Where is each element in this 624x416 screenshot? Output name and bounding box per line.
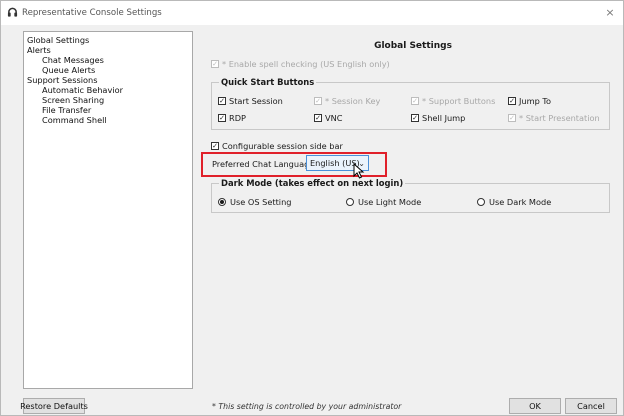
support-buttons-label: * Support Buttons (422, 96, 496, 106)
radio-dot (477, 198, 485, 206)
side-bar-label: Configurable session side bar (222, 141, 343, 151)
settings-window: Representative Console Settings × Global… (0, 0, 624, 416)
use-light-mode-label: Use Light Mode (358, 197, 422, 207)
checkbox-box: ✓ (314, 113, 322, 122)
checkbox-box: ✓ (218, 96, 226, 105)
shell-jump-label: Shell Jump (422, 113, 466, 123)
start-presentation-label: * Start Presentation (519, 113, 600, 123)
nav-item-automatic-behavior[interactable]: Automatic Behavior (42, 85, 123, 95)
start-presentation-checkbox[interactable]: ✓ * Start Presentation (508, 113, 600, 123)
spell-check-label: * Enable spell checking (US English only… (222, 59, 390, 69)
admin-note: * This setting is controlled by your adm… (212, 402, 402, 411)
start-session-checkbox[interactable]: ✓ Start Session (218, 96, 283, 106)
vnc-label: VNC (325, 113, 343, 123)
session-key-label: * Session Key (325, 96, 381, 106)
checkbox-box: ✓ (211, 141, 219, 150)
use-dark-mode-label: Use Dark Mode (489, 197, 552, 207)
settings-content: Global Settings ✓ * Enable spell checkin… (208, 31, 618, 389)
rdp-label: RDP (229, 113, 246, 123)
cancel-button[interactable]: Cancel (565, 398, 617, 414)
checkbox-box: ✓ (508, 96, 516, 105)
jump-to-checkbox[interactable]: ✓ Jump To (508, 96, 551, 106)
dark-mode-legend: Dark Mode (takes effect on next login) (219, 178, 406, 188)
checkbox-box: ✓ (314, 96, 322, 105)
radio-use-light-mode[interactable]: Use Light Mode (346, 197, 421, 207)
side-bar-checkbox[interactable]: ✓ Configurable session side bar (211, 141, 343, 151)
nav-item-alerts[interactable]: Alerts (27, 45, 51, 55)
window-title: Representative Console Settings (22, 8, 162, 18)
nav-item-queue-alerts[interactable]: Queue Alerts (42, 65, 95, 75)
jump-to-label: Jump To (519, 96, 551, 106)
nav-item-chat-messages[interactable]: Chat Messages (42, 55, 104, 65)
checkbox-box: ✓ (218, 113, 226, 122)
nav-item-support-sessions[interactable]: Support Sessions (27, 75, 97, 85)
nav-item-global-settings[interactable]: Global Settings (27, 35, 89, 45)
nav-item-command-shell[interactable]: Command Shell (42, 115, 107, 125)
nav-item-screen-sharing[interactable]: Screen Sharing (42, 95, 104, 105)
radio-use-dark-mode[interactable]: Use Dark Mode (477, 197, 551, 207)
headset-icon (7, 7, 18, 17)
shell-jump-checkbox[interactable]: ✓ Shell Jump (411, 113, 465, 123)
settings-nav-list[interactable]: Global Settings Alerts Chat Messages Que… (23, 31, 193, 389)
quick-start-legend: Quick Start Buttons (219, 77, 317, 87)
title-bar: Representative Console Settings × (1, 1, 623, 25)
close-icon: × (605, 5, 615, 19)
spell-check-checkbox[interactable]: ✓ * Enable spell checking (US English on… (211, 59, 390, 69)
checkbox-box: ✓ (508, 113, 516, 122)
ok-button[interactable]: OK (509, 398, 561, 414)
checkbox-box: ✓ (411, 96, 419, 105)
checkbox-box: ✓ (411, 113, 419, 122)
radio-use-os-setting[interactable]: Use OS Setting (218, 197, 291, 207)
vnc-checkbox[interactable]: ✓ VNC (314, 113, 342, 123)
support-buttons-checkbox[interactable]: ✓ * Support Buttons (411, 96, 495, 106)
quick-start-group: Quick Start Buttons ✓ Start Session ✓ * … (211, 77, 610, 130)
start-session-label: Start Session (229, 96, 283, 106)
mouse-pointer-icon (353, 163, 365, 179)
radio-dot (346, 198, 354, 206)
page-title: Global Settings (374, 41, 452, 51)
rdp-checkbox[interactable]: ✓ RDP (218, 113, 246, 123)
radio-dot (218, 198, 226, 206)
dark-mode-group: Dark Mode (takes effect on next login) U… (211, 178, 610, 213)
close-button[interactable]: × (601, 4, 619, 20)
chat-language-label: Preferred Chat Language: (212, 159, 318, 169)
nav-item-file-transfer[interactable]: File Transfer (42, 105, 91, 115)
checkbox-box: ✓ (211, 59, 219, 68)
restore-defaults-button[interactable]: Restore Defaults (20, 398, 88, 414)
session-key-checkbox[interactable]: ✓ * Session Key (314, 96, 380, 106)
use-os-setting-label: Use OS Setting (230, 197, 292, 207)
